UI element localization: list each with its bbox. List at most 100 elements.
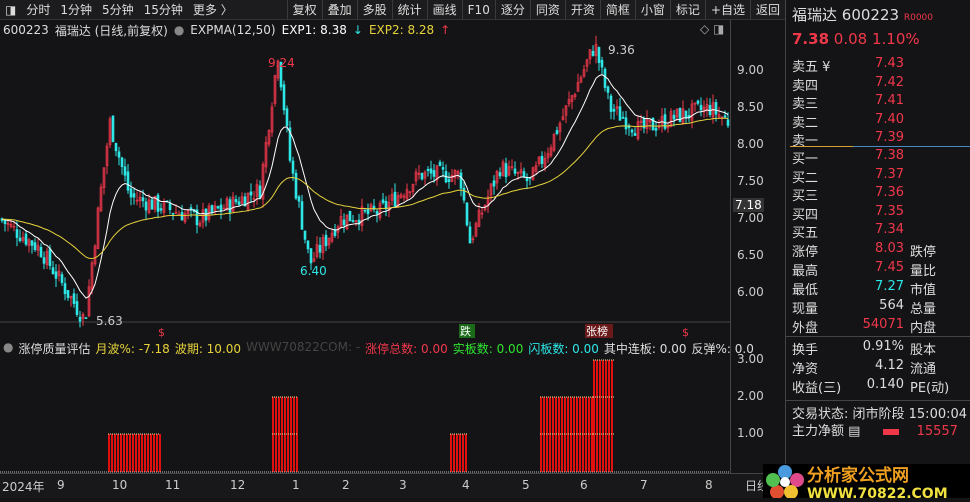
candle-body xyxy=(420,172,424,180)
candle-body xyxy=(180,212,184,221)
candle-body xyxy=(492,180,496,187)
candle-body xyxy=(393,191,397,207)
candle-body xyxy=(498,172,502,177)
candle-body xyxy=(513,168,517,174)
orderbook-row: 买四 7.35 xyxy=(792,204,970,223)
toolbar-button[interactable]: 统计 xyxy=(391,0,427,20)
indicator-bar xyxy=(462,434,464,472)
candle-body xyxy=(618,106,622,121)
stat-value: 8.03 xyxy=(875,241,904,256)
price-tick: 8.50 xyxy=(737,100,764,114)
indicator-bar xyxy=(126,434,128,472)
time-axis: 2024年 9 10 11 12 1 2 3 4 5 6 7 8 xyxy=(0,473,785,498)
candle-body xyxy=(672,114,676,120)
site-label: WWW70822COM: - xyxy=(246,340,361,354)
candle-body xyxy=(438,161,442,167)
signal-marker: $ xyxy=(158,326,165,339)
zt-value: 涨停总数: 0.00 xyxy=(365,342,448,356)
candle-body xyxy=(375,211,379,215)
indicator-title[interactable]: 涨停质量评估 xyxy=(18,340,90,356)
candle-body xyxy=(171,212,175,215)
time-tick: 4 xyxy=(462,478,470,492)
indicator-bar xyxy=(135,434,137,472)
period-fenshi[interactable]: 分时 xyxy=(21,1,55,18)
indicator-dropdown-icon[interactable]: ● xyxy=(3,340,13,356)
candle-body xyxy=(309,248,313,264)
toolbar-button[interactable]: F10 xyxy=(461,0,495,20)
toolbar-button[interactable]: 逐分 xyxy=(494,0,530,20)
candle-body xyxy=(84,317,88,319)
toolbar-button[interactable]: 叠加 xyxy=(321,0,357,20)
orderbook-row: 卖四 7.42 xyxy=(792,74,970,94)
toolbar-button[interactable]: 小窗 xyxy=(634,0,670,20)
candle-body xyxy=(504,163,508,178)
toolbar-button[interactable]: 简框 xyxy=(599,0,635,20)
candle-body xyxy=(699,104,703,111)
candle-body xyxy=(600,59,604,68)
candle-body xyxy=(441,167,445,170)
candle-body xyxy=(555,130,559,134)
candle-body xyxy=(621,116,625,119)
level-price: 7.40 xyxy=(875,111,904,127)
toolbar-button[interactable]: 画线 xyxy=(426,0,462,20)
indicator-bar xyxy=(611,360,613,472)
stat-label: 跌停 xyxy=(910,245,937,260)
level-label: 卖四 xyxy=(792,78,819,94)
zhangbang-marker: 张榜 xyxy=(586,324,608,338)
stat-value: 564 xyxy=(879,298,904,313)
price-tick: 7.50 xyxy=(737,174,764,188)
candle-body xyxy=(366,208,370,215)
stat-label: 量比 xyxy=(910,264,937,279)
candle-body xyxy=(285,108,289,127)
candle-body xyxy=(249,191,253,196)
candle-body xyxy=(465,202,469,226)
price-tick: 7.00 xyxy=(737,211,764,225)
time-tick: 11 xyxy=(165,478,181,492)
candle-body xyxy=(141,197,145,202)
candle-body xyxy=(129,188,133,198)
net-value: 15557 xyxy=(916,424,958,439)
stat-row: 外盘 54071 内盘 xyxy=(792,317,970,336)
stat-row: 换手 0.91% 股本 xyxy=(792,339,970,358)
kline-chart[interactable]: 9.24 9.36 6.40 5.63 $ $ 跌 张榜 xyxy=(0,20,730,475)
stock-code: 600223 xyxy=(841,6,900,24)
toolbar-button[interactable]: 开资 xyxy=(564,0,600,20)
level-price: 7.42 xyxy=(875,74,904,90)
period-15min[interactable]: 15分钟 xyxy=(139,1,188,18)
toolbar-button[interactable]: 复权 xyxy=(286,0,322,20)
period-more[interactable]: 更多 〉 xyxy=(188,1,238,18)
candle-body xyxy=(306,240,310,250)
toolbar-button[interactable]: 返回 xyxy=(749,0,785,20)
panel-toggle-icon[interactable]: ◨ xyxy=(0,3,21,17)
period-5min[interactable]: 5分钟 xyxy=(97,1,139,18)
orderbook-row: 买二 7.37 xyxy=(792,166,970,186)
indicator-bar xyxy=(159,434,161,472)
level-label: 买三 xyxy=(792,189,819,204)
net-bar xyxy=(882,429,899,435)
candle-body xyxy=(300,201,304,230)
level-price: 7.43 xyxy=(875,56,904,71)
candle-body xyxy=(363,209,367,212)
time-tick: 1 xyxy=(292,478,300,492)
signal-marker: $ xyxy=(682,326,689,339)
candle-body xyxy=(228,199,232,213)
toolbar-button[interactable]: 多股 xyxy=(356,0,392,20)
current-price-tag: 7.18 xyxy=(733,197,764,212)
toolbar-button[interactable]: 标记 xyxy=(669,0,705,20)
level-price: 7.37 xyxy=(875,166,904,182)
candle-body xyxy=(540,155,544,164)
period-1min[interactable]: 1分钟 xyxy=(55,1,97,18)
candle-body xyxy=(696,100,700,104)
indicator-header: ● 涨停质量评估 月波%: -7.18 波期: 10.00 WWW70822CO… xyxy=(0,340,754,356)
candle-body xyxy=(189,207,193,210)
toolbar-button[interactable]: 同资 xyxy=(529,0,565,20)
candle-body xyxy=(39,246,43,258)
candle-body xyxy=(381,199,385,204)
toolbar-button[interactable]: +自选 xyxy=(704,0,750,20)
stat-label: 总量 xyxy=(910,302,937,317)
stat-label: 收益(三) xyxy=(792,381,842,396)
time-tick: 5 xyxy=(522,478,530,492)
yuebo-value: 月波%: -7.18 xyxy=(95,342,170,356)
indicator-bar xyxy=(465,434,467,472)
candle-body xyxy=(66,290,70,298)
